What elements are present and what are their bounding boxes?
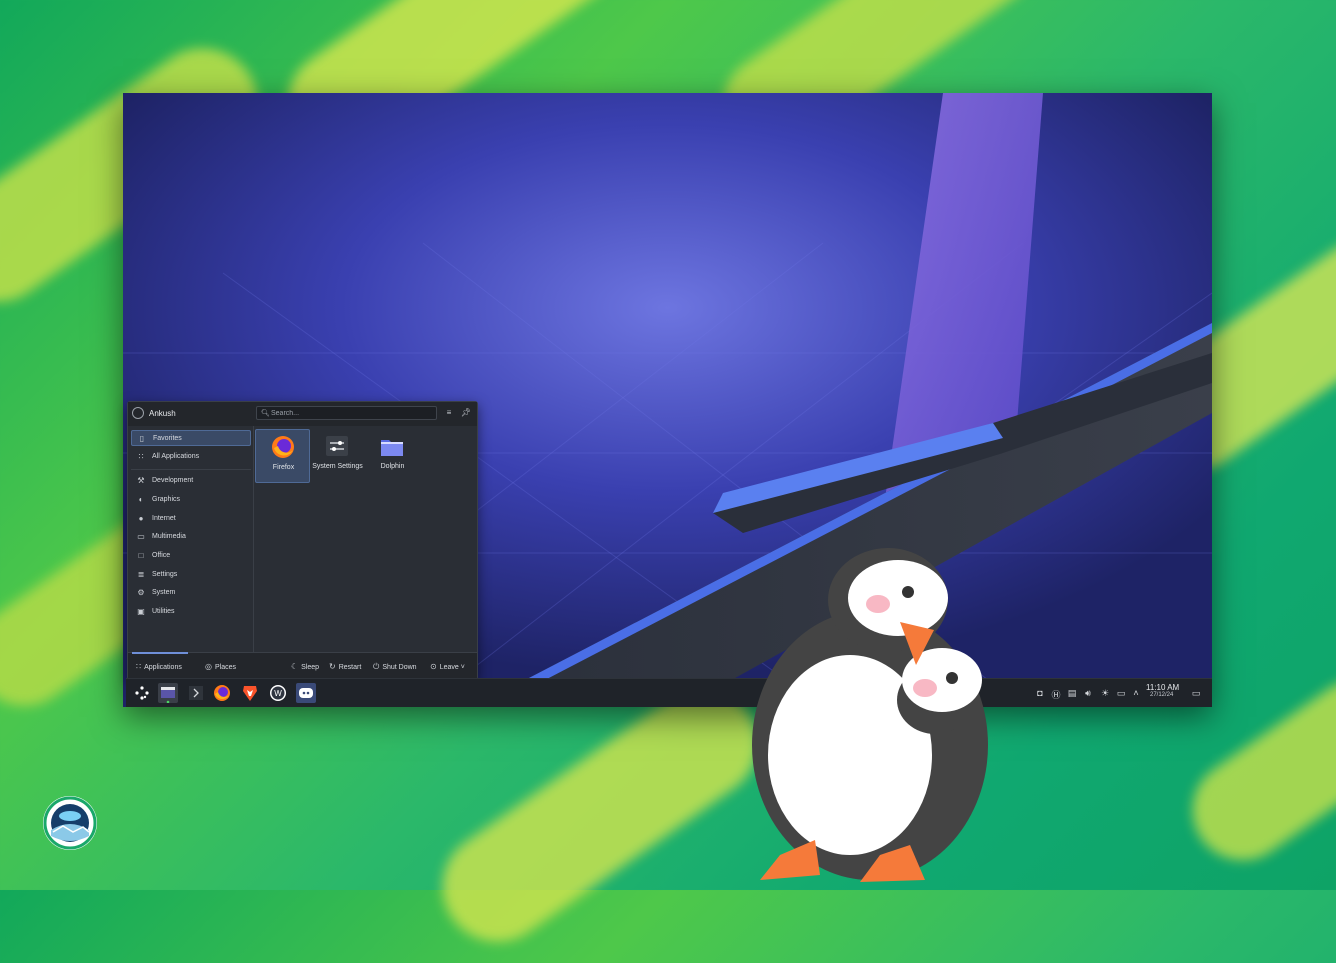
moon-icon: ☾ — [291, 662, 299, 671]
clipboard-icon[interactable]: ▤ — [1066, 688, 1078, 699]
tab-label: Applications — [144, 664, 182, 671]
show-desktop-icon[interactable]: ▭ — [1190, 688, 1202, 699]
tab-places[interactable]: ◎ Places — [205, 662, 236, 671]
category-graphics[interactable]: ◐ Graphics — [131, 492, 251, 508]
category-label: Office — [152, 552, 171, 559]
button-label: Shut Down — [382, 664, 417, 671]
wrench-icon: ⚒ — [137, 476, 145, 485]
category-label: Graphics — [152, 496, 181, 503]
chevron-up-icon[interactable]: ˄ — [1130, 688, 1142, 698]
brave-task-button[interactable] — [240, 683, 260, 703]
taskbar: W ◘ Ⓗ ▤ 🔊︎ ☀︎ ▭ ˄ 11:10 AM 27/12/24 ▭ — [126, 678, 1212, 707]
palette-icon: ◐ — [138, 495, 144, 504]
search-box[interactable]: 🔍︎ — [256, 406, 437, 420]
search-icon: 🔍︎ — [261, 410, 270, 417]
firefox-task-button[interactable] — [212, 683, 232, 703]
clock-time[interactable]: 11:10 AM — [1146, 683, 1179, 692]
system-settings-icon — [326, 436, 348, 456]
divider — [131, 469, 251, 470]
category-list: ▯ Favorites ∷ All Applications ⚒ Develop… — [128, 426, 254, 652]
restart-button[interactable]: ↻ Restart — [329, 662, 361, 671]
kde-launcher-button[interactable] — [132, 683, 152, 703]
launcher-header: Ankush 🔍︎ ≡ 📌︎ — [128, 402, 477, 426]
discord-task-button[interactable] — [296, 683, 316, 703]
category-label: Settings — [152, 571, 178, 578]
discord-icon — [299, 688, 313, 698]
power-icon: ⏻ — [373, 662, 380, 671]
chevron-right-icon — [189, 686, 203, 700]
avatar[interactable] — [132, 407, 144, 419]
app-label: Firefox — [272, 464, 295, 471]
category-utilities[interactable]: ▣ Utilities — [131, 604, 251, 620]
favorites-grid: Firefox System Settings Dolphin — [255, 429, 475, 649]
monitor-icon: ▭ — [137, 532, 145, 541]
grid-icon: ∷ — [138, 452, 144, 461]
category-label: Utilities — [152, 608, 175, 615]
brightness-icon[interactable]: ☀︎ — [1099, 688, 1111, 699]
sliders-icon: ≣ — [137, 570, 145, 579]
kde-launcher-icon — [135, 686, 149, 700]
document-icon: □ — [138, 551, 144, 560]
pin-icon[interactable]: 📌︎ — [460, 407, 472, 419]
category-label: All Applications — [152, 453, 200, 460]
task-window-button[interactable] — [158, 683, 178, 704]
h-circle-icon[interactable]: Ⓗ — [1050, 688, 1062, 701]
app-dolphin[interactable]: Dolphin — [365, 429, 420, 483]
configure-icon[interactable]: ≡ — [443, 407, 455, 419]
leave-button[interactable]: ⊙ Leave ˅ — [430, 662, 465, 671]
category-label: Multimedia — [152, 533, 186, 540]
shut-down-button[interactable]: ⏻ Shut Down — [373, 662, 417, 672]
app-label: System Settings — [312, 463, 363, 470]
compass-icon: ◎ — [205, 662, 212, 671]
category-label: Favorites — [153, 435, 182, 442]
firefox-icon — [272, 436, 294, 458]
brave-icon — [243, 686, 257, 701]
clock-date[interactable]: 27/12/24 — [1150, 692, 1173, 698]
active-tab-indicator — [132, 652, 188, 654]
button-label: Sleep — [301, 664, 320, 671]
wps-task-button[interactable]: W — [268, 683, 288, 703]
button-label: Restart — [338, 664, 362, 671]
app-label: Dolphin — [380, 463, 405, 470]
window-icon — [161, 687, 175, 704]
button-label: Leave — [439, 664, 459, 671]
site-logo — [43, 796, 97, 850]
restart-icon: ↻ — [329, 662, 336, 671]
svg-text:W: W — [274, 689, 282, 698]
category-label: Development — [152, 477, 194, 484]
penguin-mascot — [752, 548, 988, 882]
sleep-button[interactable]: ☾ Sleep — [291, 662, 319, 671]
search-input[interactable] — [271, 408, 431, 418]
category-system[interactable]: ⚙ System — [131, 585, 251, 601]
category-multimedia[interactable]: ▭ Multimedia — [131, 529, 251, 545]
app-system-settings[interactable]: System Settings — [310, 429, 365, 483]
folder-icon — [381, 440, 403, 456]
user-name: Ankush — [149, 409, 176, 418]
tab-applications[interactable]: ∷ Applications — [136, 662, 182, 671]
volume-icon[interactable]: 🔊︎ — [1082, 688, 1094, 699]
category-office[interactable]: □ Office — [131, 548, 251, 564]
tab-label: Places — [214, 664, 236, 671]
category-internet[interactable]: ● Internet — [131, 511, 251, 527]
toolbox-icon: ▣ — [137, 607, 145, 616]
site-logo-icon — [43, 796, 97, 850]
firefox-icon — [214, 685, 230, 701]
leave-icon: ⊙ — [430, 662, 437, 671]
gear-icon: ⚙ — [137, 588, 145, 597]
launcher-footer: ∷ Applications ◎ Places ☾ Sleep ↻ Restart ⏻ S… — [128, 652, 477, 680]
expand-tasks-button[interactable] — [186, 683, 206, 703]
globe-icon: ● — [138, 514, 144, 523]
wps-icon: W — [270, 685, 286, 701]
grid-icon: ∷ — [136, 662, 142, 671]
category-favorites[interactable]: ▯ Favorites — [131, 430, 251, 446]
category-settings[interactable]: ≣ Settings — [131, 567, 251, 583]
network-icon[interactable]: ▭ — [1115, 688, 1127, 699]
category-all-applications[interactable]: ∷ All Applications — [131, 449, 251, 465]
category-label: System — [152, 589, 176, 596]
category-development[interactable]: ⚒ Development — [131, 473, 251, 489]
application-launcher: Ankush 🔍︎ ≡ 📌︎ ▯ Favorites ∷ All Applica… — [127, 401, 478, 680]
category-label: Internet — [152, 515, 176, 522]
app-firefox[interactable]: Firefox — [255, 429, 310, 483]
bookmark-icon: ▯ — [139, 434, 145, 443]
